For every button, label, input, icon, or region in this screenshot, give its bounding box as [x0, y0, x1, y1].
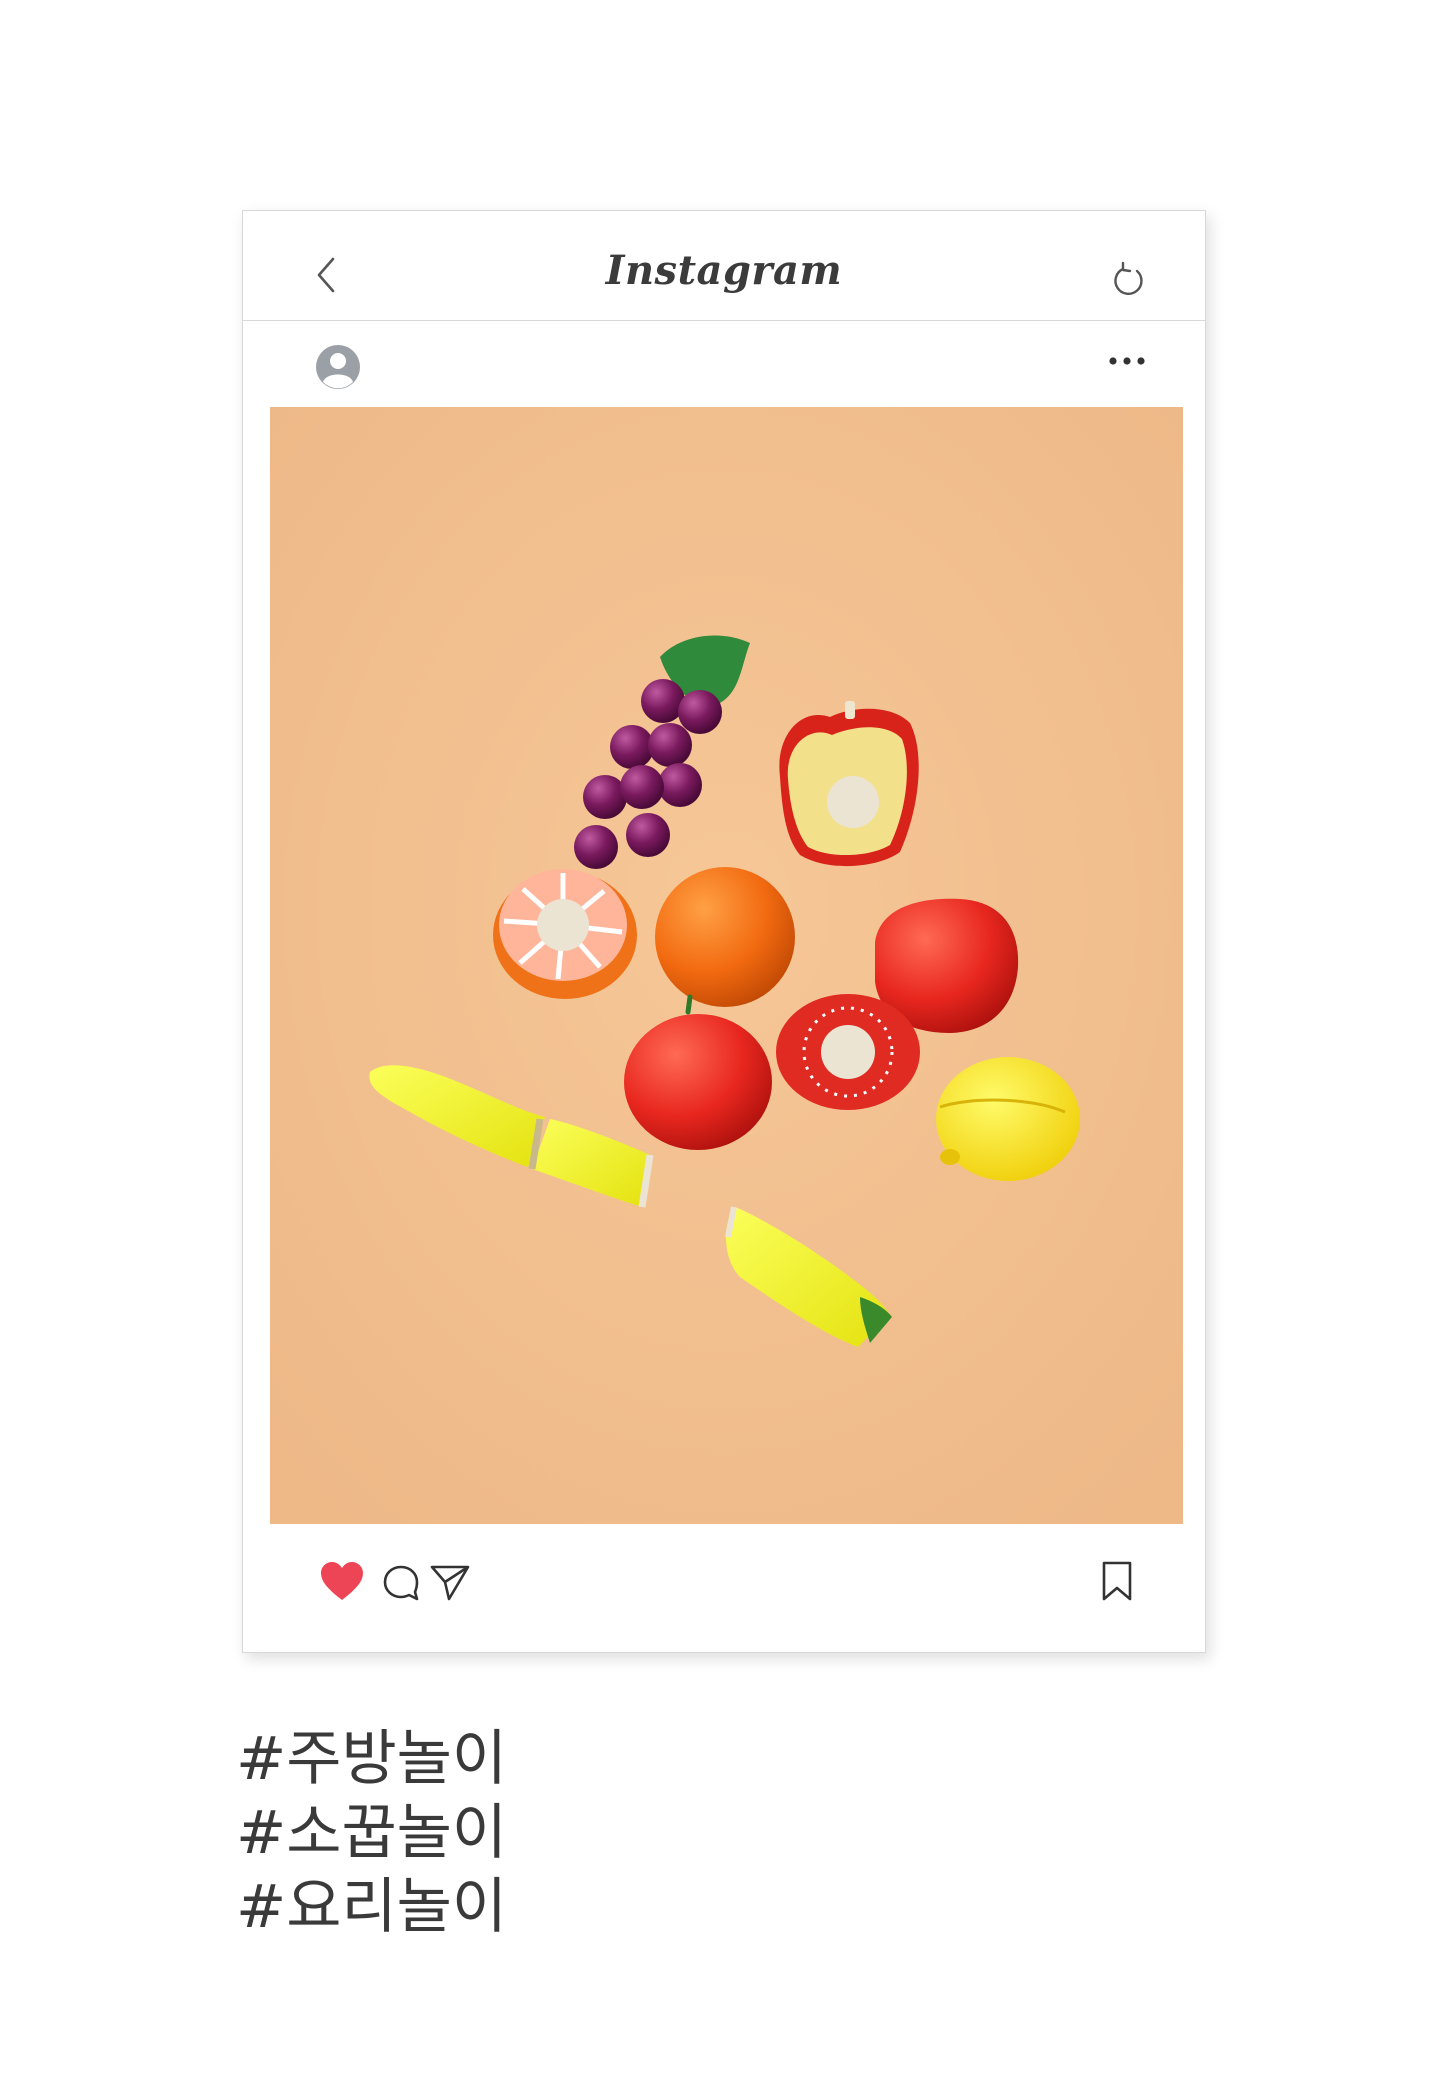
app-header: Instagram — [243, 211, 1205, 321]
refresh-icon[interactable] — [1109, 259, 1149, 299]
post-profile-row — [243, 321, 1205, 407]
hashtag: #요리놀이 — [236, 1872, 508, 1942]
post-photo — [270, 407, 1183, 1524]
app-title: Instagram — [605, 247, 843, 294]
hashtag-list: #주방놀이 #소꿉놀이 #요리놀이 — [236, 1722, 507, 1944]
instagram-post-card: Instagram — [242, 210, 1206, 1653]
toy-fruit-image — [270, 407, 1183, 1524]
toy-orange — [655, 867, 795, 1007]
hashtag: #주방놀이 — [236, 1724, 508, 1794]
heart-filled-icon[interactable] — [319, 1560, 365, 1602]
post-actions-bar — [243, 1524, 1205, 1654]
toy-lemon — [936, 1057, 1080, 1181]
send-icon[interactable] — [429, 1562, 471, 1602]
comment-icon[interactable] — [381, 1562, 421, 1602]
toy-tomato-half — [776, 994, 920, 1110]
hashtag: #소꿉놀이 — [236, 1798, 508, 1868]
bookmark-icon[interactable] — [1099, 1560, 1135, 1602]
toy-apple-half — [779, 701, 919, 867]
user-avatar-icon[interactable] — [315, 344, 361, 390]
more-horizontal-icon[interactable] — [1107, 353, 1147, 369]
